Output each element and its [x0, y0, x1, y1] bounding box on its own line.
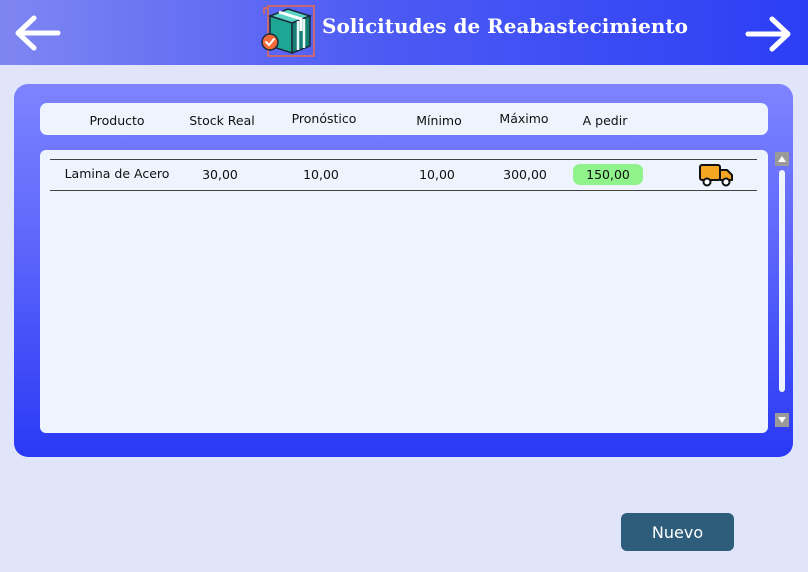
- box-check-icon: [258, 4, 316, 58]
- column-header-stock-real: Stock Real: [189, 113, 255, 128]
- column-header-pronostico: Pronóstico: [291, 111, 357, 126]
- cell-maximo: 300,00: [503, 167, 547, 182]
- column-header-producto: Producto: [89, 113, 145, 128]
- requests-panel: Producto Stock Real Pronóstico Mínimo Má…: [14, 84, 793, 457]
- forward-arrow-icon[interactable]: [744, 12, 794, 54]
- cell-minimo: 10,00: [419, 167, 455, 182]
- page-title: Solicitudes de Reabastecimiento: [322, 14, 688, 38]
- back-arrow-icon[interactable]: [12, 12, 62, 54]
- scrollbar-track[interactable]: [779, 170, 785, 392]
- cell-producto: Lamina de Acero: [64, 166, 170, 181]
- cell-pronostico: 10,00: [303, 167, 339, 182]
- nuevo-button[interactable]: Nuevo: [621, 513, 734, 551]
- table-header: Producto Stock Real Pronóstico Mínimo Má…: [40, 103, 768, 135]
- list-scrollbar[interactable]: [774, 150, 790, 430]
- scroll-down-icon[interactable]: [775, 413, 789, 427]
- column-header-a-pedir: A pedir: [582, 113, 628, 128]
- column-header-minimo: Mínimo: [416, 113, 462, 128]
- cell-stock-real: 30,00: [202, 167, 238, 182]
- cell-a-pedir-badge: 150,00: [573, 164, 643, 185]
- scroll-up-icon[interactable]: [775, 152, 789, 166]
- truck-icon[interactable]: [698, 162, 734, 188]
- table-row[interactable]: Lamina de Acero 30,00 10,00 10,00 300,00…: [50, 159, 757, 191]
- column-header-maximo: Máximo: [499, 111, 549, 126]
- requests-list: Lamina de Acero 30,00 10,00 10,00 300,00…: [40, 150, 768, 433]
- app-header: Solicitudes de Reabastecimiento: [0, 0, 808, 65]
